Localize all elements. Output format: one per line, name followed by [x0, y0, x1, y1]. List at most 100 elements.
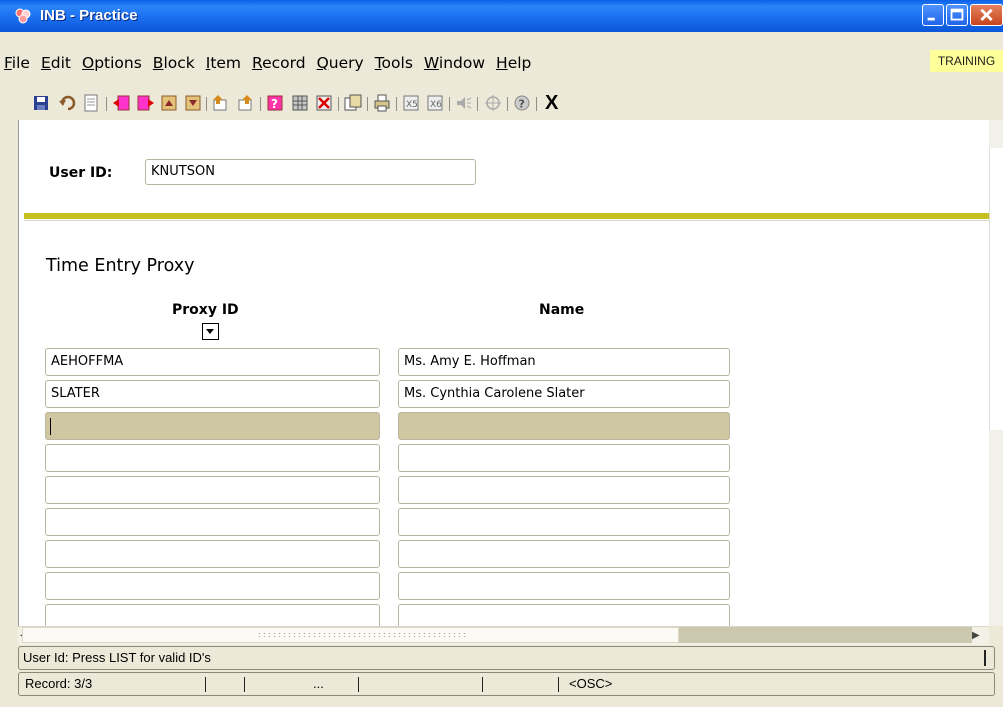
menu-item-label: lock — [163, 54, 195, 72]
execute-query-icon[interactable] — [237, 94, 255, 112]
print-icon[interactable] — [82, 94, 100, 112]
menu-item-tools[interactable]: Tools — [375, 54, 413, 72]
name-field[interactable] — [398, 412, 730, 440]
exit-icon-2[interactable]: X5 — [402, 94, 420, 112]
table-row — [45, 444, 737, 472]
duplicate-icon[interactable] — [344, 94, 362, 112]
name-field[interactable] — [398, 572, 730, 600]
toolbar-separator — [396, 97, 397, 111]
toolbar: ? X5 X6 ? X — [0, 92, 1003, 120]
menu-item-options[interactable]: Options — [82, 54, 142, 72]
form-canvas: User ID: KNUTSON Time Entry Proxy Proxy … — [18, 120, 990, 626]
menu-item-query[interactable]: Query — [317, 54, 364, 72]
maximize-button[interactable] — [946, 4, 968, 26]
delete-record-icon[interactable] — [315, 94, 333, 112]
proxy-id-field[interactable]: AEHOFFMA — [45, 348, 380, 376]
table-row — [45, 604, 737, 626]
menu-item-label: tem — [210, 54, 242, 72]
toolbar-separator — [507, 97, 508, 111]
menu-item-help[interactable]: Help — [496, 54, 531, 72]
proxy-id-header: Proxy ID — [172, 302, 239, 318]
proxy-id-field[interactable] — [45, 604, 380, 626]
status-divider — [558, 677, 559, 692]
previous-record-icon[interactable] — [184, 94, 202, 112]
maximize-icon — [950, 8, 964, 21]
menu-item-record[interactable]: Record — [252, 54, 306, 72]
status-bar: Record: 3/3 ... <OSC> — [18, 672, 995, 696]
table-row: AEHOFFMA Ms. Amy E. Hoffman — [45, 348, 737, 376]
menu-accelerator: H — [496, 54, 508, 72]
menu-item-block[interactable]: Block — [153, 54, 195, 72]
scroll-right-icon[interactable]: ▶ — [972, 630, 980, 641]
table-row — [45, 476, 737, 504]
exit-icon-3[interactable]: X6 — [426, 94, 444, 112]
proxy-id-field[interactable] — [45, 572, 380, 600]
menu-item-label: uery — [328, 54, 364, 72]
exit-button[interactable]: X — [545, 92, 558, 115]
status-divider — [984, 650, 986, 666]
enter-query-icon[interactable] — [212, 94, 230, 112]
menu-item-edit[interactable]: Edit — [41, 54, 71, 72]
close-button[interactable] — [970, 4, 1003, 26]
proxy-id-field[interactable] — [45, 444, 380, 472]
name-field[interactable] — [398, 508, 730, 536]
vertical-scroll-thumb[interactable] — [989, 148, 1003, 430]
menu-accelerator: Q — [316, 54, 329, 72]
sound-icon[interactable] — [455, 94, 473, 112]
menu-accelerator: E — [40, 54, 51, 72]
svg-text:X5: X5 — [406, 100, 418, 110]
status-hint-bar: User Id: Press LIST for valid ID's — [18, 646, 995, 670]
next-record-icon[interactable] — [160, 94, 178, 112]
toolbar-separator — [106, 97, 107, 111]
toolbar-separator — [477, 97, 478, 111]
name-field[interactable] — [398, 604, 730, 626]
insert-record-icon[interactable] — [291, 94, 309, 112]
name-field[interactable] — [398, 540, 730, 568]
menu-accelerator: R — [252, 54, 263, 72]
menu-item-label: dit — [50, 54, 71, 72]
scroll-grip — [257, 632, 467, 638]
menu-accelerator: T — [374, 54, 382, 72]
proxy-id-field[interactable] — [45, 412, 380, 440]
proxy-id-field[interactable] — [45, 540, 380, 568]
online-help-icon[interactable]: ? — [513, 94, 531, 112]
help-icon[interactable]: ? — [266, 94, 284, 112]
toolbar-separator — [449, 97, 450, 111]
section-title: Time Entry Proxy — [46, 256, 195, 276]
proxy-id-field[interactable]: SLATER — [45, 380, 380, 408]
menu-items: File Edit Options Block Item Record Query Tools… — [4, 54, 542, 72]
menu-item-label: indow — [438, 54, 486, 72]
crosshair-icon[interactable] — [484, 94, 502, 112]
status-mode: <OSC> — [569, 676, 613, 691]
status-divider — [205, 677, 206, 692]
name-field[interactable]: Ms. Amy E. Hoffman — [398, 348, 730, 376]
block-divider-line — [24, 220, 990, 221]
menu-item-window[interactable]: Window — [424, 54, 485, 72]
next-block-icon[interactable] — [112, 94, 130, 112]
name-field[interactable] — [398, 476, 730, 504]
minimize-button[interactable] — [922, 4, 944, 26]
menu-item-label: elp — [507, 54, 532, 72]
save-icon[interactable] — [32, 94, 50, 112]
table-row — [45, 412, 737, 440]
menu-item-item[interactable]: Item — [206, 54, 241, 72]
status-divider — [358, 677, 359, 692]
previous-block-icon[interactable] — [137, 94, 155, 112]
svg-text:?: ? — [271, 97, 278, 111]
menu-accelerator: B — [152, 54, 164, 72]
proxy-id-field[interactable] — [45, 508, 380, 536]
user-id-field[interactable]: KNUTSON — [145, 159, 476, 185]
name-field[interactable]: Ms. Cynthia Carolene Slater — [398, 380, 730, 408]
proxy-id-field[interactable] — [45, 476, 380, 504]
svg-text:?: ? — [519, 98, 525, 111]
list-of-values-button[interactable] — [202, 323, 219, 340]
rollback-icon[interactable] — [58, 94, 76, 112]
name-field[interactable] — [398, 444, 730, 472]
table-row — [45, 508, 737, 536]
menu-item-file[interactable]: File — [4, 54, 30, 72]
horizontal-scroll-track[interactable] — [679, 627, 972, 643]
print-screen-icon[interactable] — [373, 94, 391, 112]
text-cursor — [50, 418, 51, 435]
menu-accelerator: O — [81, 54, 95, 72]
status-ellipsis: ... — [313, 676, 324, 691]
